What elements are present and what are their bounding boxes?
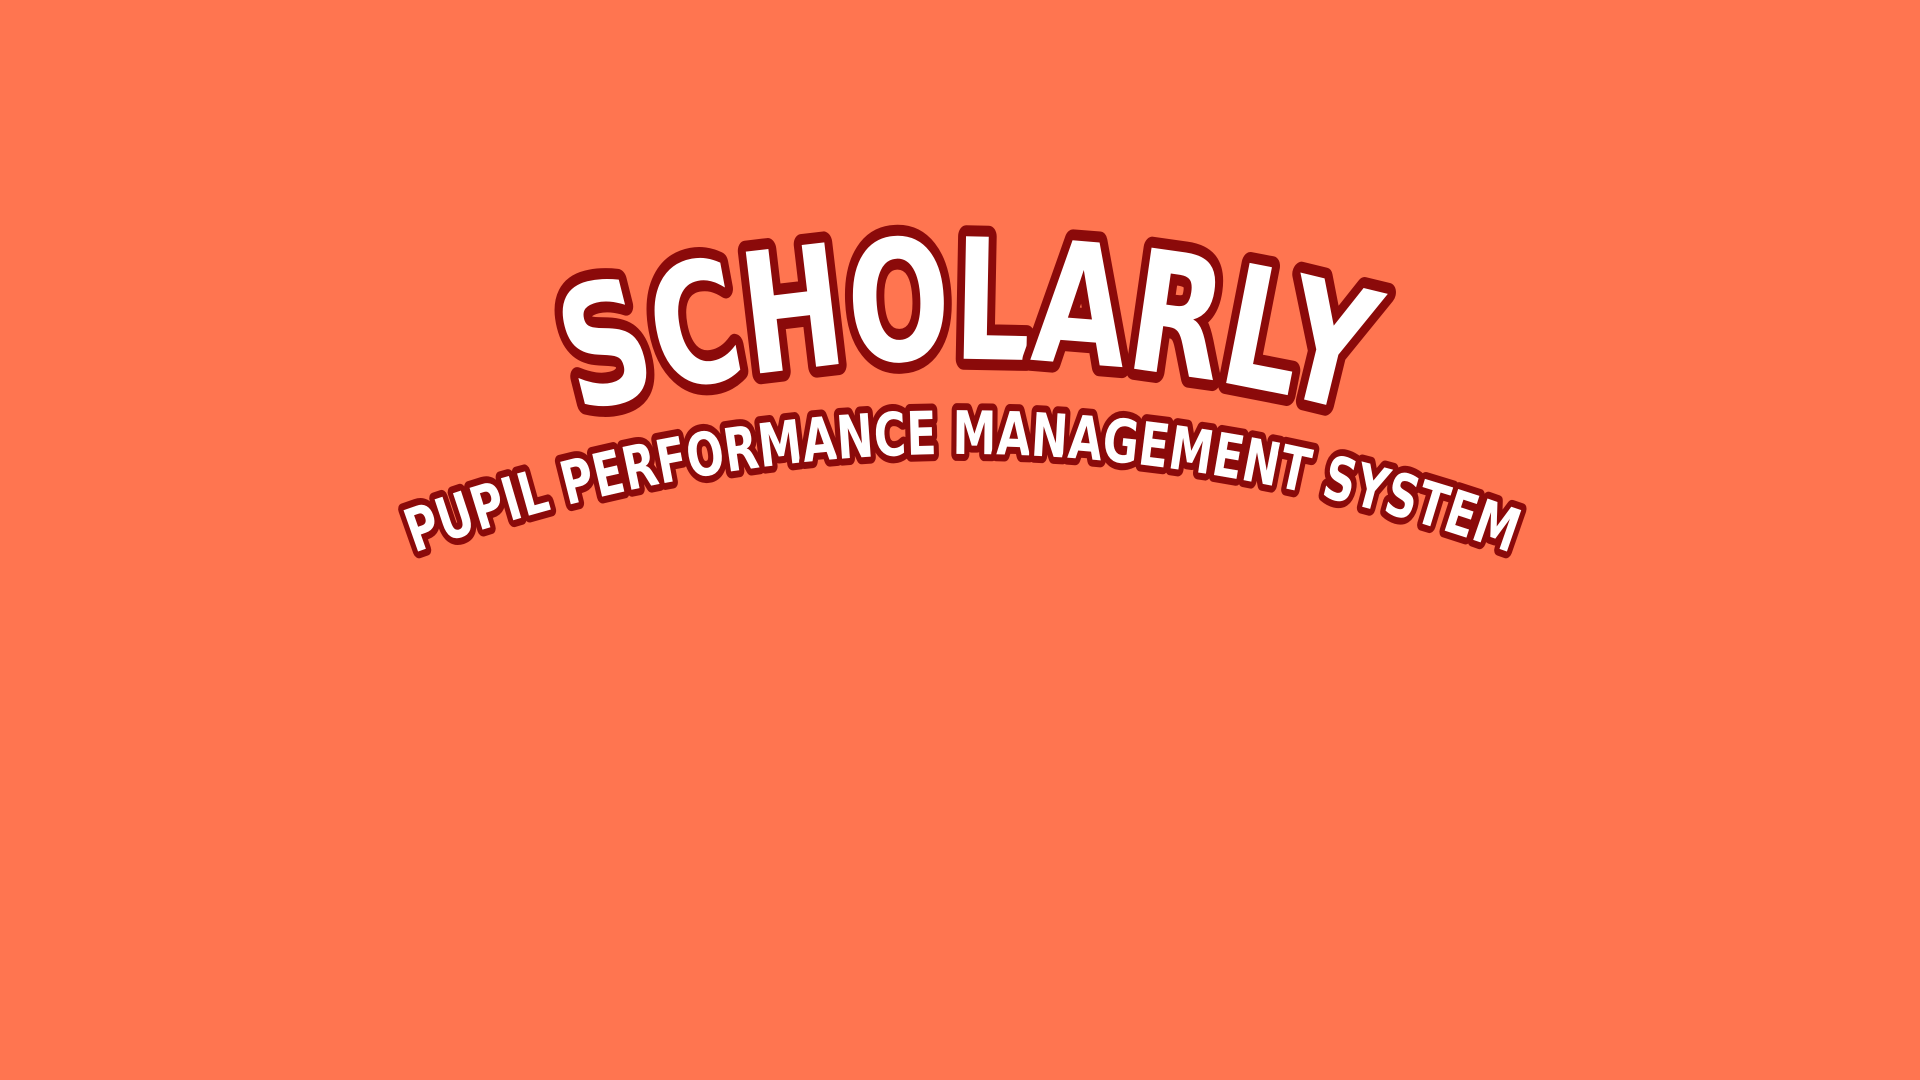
- splash-screen: SCHOLARLY PUPIL PERFORMANCE MANAGEMENT S…: [0, 0, 1920, 1080]
- app-logo: SCHOLARLY PUPIL PERFORMANCE MANAGEMENT S…: [389, 191, 1536, 574]
- app-subtitle-text: PUPIL PERFORMANCE MANAGEMENT SYSTEM: [389, 392, 1536, 574]
- app-subtitle: PUPIL PERFORMANCE MANAGEMENT SYSTEM: [396, 399, 1529, 567]
